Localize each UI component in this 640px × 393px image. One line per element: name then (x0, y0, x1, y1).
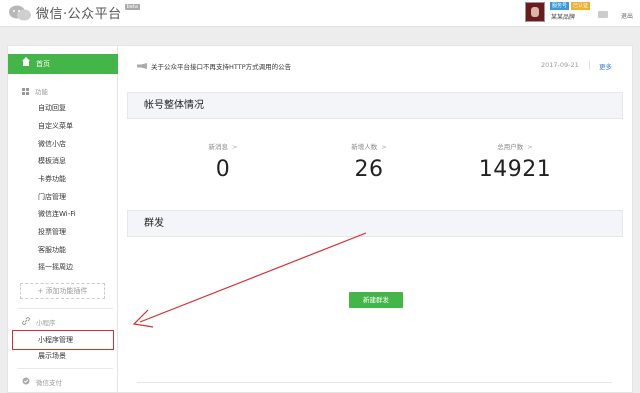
sidebar-item-coupons[interactable]: 卡券功能 (38, 174, 66, 184)
sidebar-item-home[interactable]: 首页 (8, 54, 118, 74)
wechat-logo[interactable]: 微信·公众平台 beta (8, 3, 140, 22)
mail-icon[interactable] (598, 11, 608, 18)
sidebar-item-customer-service[interactable]: 客服功能 (38, 245, 66, 255)
divider (18, 368, 113, 369)
link-icon (22, 317, 30, 327)
chevron-right-icon: > (527, 143, 533, 151)
sidebar-item-custom-menu[interactable]: 自定义菜单 (38, 121, 73, 131)
chevron-right-icon: > (232, 143, 238, 151)
stat-value: 14921 (478, 157, 552, 182)
account-badges: 服务号 已认证 (550, 2, 591, 10)
stat-value: 0 (215, 157, 231, 182)
verified-badge: 已认证 (571, 2, 591, 10)
notice-date: 2017-09-21 (541, 61, 579, 69)
sidebar-item-wifi[interactable]: 微信连Wi-Fi (38, 209, 76, 219)
sidebar-item-votes[interactable]: 投票管理 (38, 227, 66, 237)
divider (137, 382, 612, 383)
wechat-icon (8, 4, 32, 22)
sidebar-item-template-msg[interactable]: 模板消息 (38, 156, 66, 166)
logout-link[interactable]: 退出 (621, 11, 633, 20)
notice-bar[interactable]: 关于公众平台接口不再支持HTTP方式调用的公告 (137, 61, 291, 71)
sidebar-item-shake[interactable]: 摇一摇周边 (38, 262, 73, 272)
platform-title: 微信·公众平台 (36, 7, 122, 22)
sidebar-item-auto-reply[interactable]: 自动回复 (38, 103, 66, 113)
home-icon (22, 57, 30, 67)
stat-new-followers[interactable]: 新增人数 > 26 (309, 141, 429, 182)
divider (589, 61, 590, 70)
new-broadcast-button[interactable]: 新建群发 (349, 292, 403, 308)
overview-title: 帐号整体情况 (127, 92, 623, 119)
section-wechat-pay[interactable]: 微信支付 (22, 377, 62, 387)
notice-more-link[interactable]: 更多 (599, 61, 612, 71)
sidebar-item-wechat-store[interactable]: 微信小店 (38, 139, 66, 149)
top-header: 微信·公众平台 beta 服务号 已认证 某某品牌 退出 (0, 0, 640, 27)
avatar[interactable] (525, 2, 545, 22)
divider (18, 308, 113, 309)
stat-total-users[interactable]: 总用户数 > 14921 (455, 141, 575, 182)
sidebar-item-display-scene[interactable]: 展示场景 (38, 351, 66, 361)
sidebar-item-stores[interactable]: 门店管理 (38, 192, 66, 202)
speaker-icon (137, 63, 147, 69)
highlight-box-miniprogram (12, 330, 114, 350)
account-name[interactable]: 某某品牌 (551, 12, 575, 21)
stat-new-messages[interactable]: 新消息 > 0 (163, 141, 283, 182)
section-miniprogram: 小程序 (22, 317, 56, 327)
grid-icon (22, 88, 29, 95)
chevron-right-icon: > (381, 143, 387, 151)
sidebar-item-label: 首页 (36, 60, 50, 68)
notice-text: 关于公众平台接口不再支持HTTP方式调用的公告 (151, 63, 292, 71)
stat-value: 26 (354, 157, 384, 182)
account-type-badge: 服务号 (550, 2, 570, 10)
pay-icon (22, 377, 30, 387)
add-plugin-button[interactable]: + 添加功能插件 (20, 283, 105, 299)
section-function: 功能 (22, 86, 48, 96)
beta-badge: beta (124, 3, 140, 10)
broadcast-title: 群发 (127, 210, 623, 237)
